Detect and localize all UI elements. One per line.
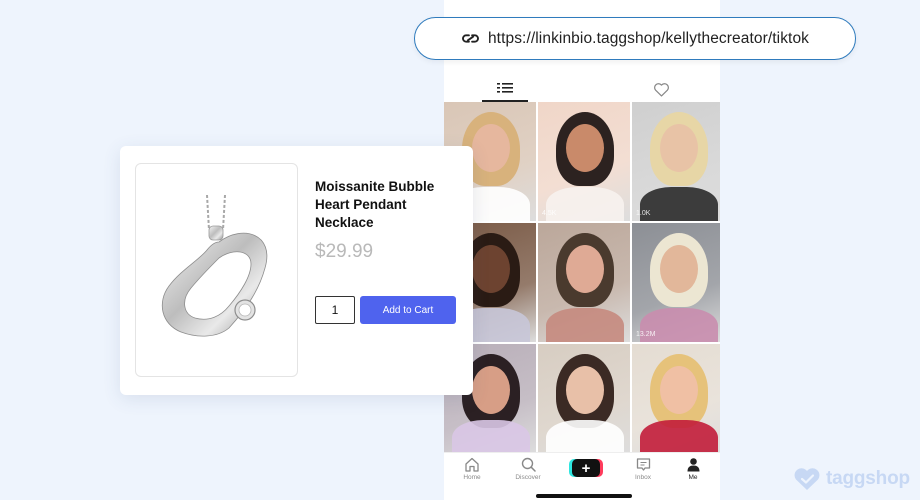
- view-count: 1.0K: [636, 210, 651, 217]
- nav-me-label: Me: [688, 474, 698, 481]
- thumbnail-shoulders: [640, 420, 718, 454]
- thumbnail-face: [660, 245, 698, 293]
- thumbnail-face: [472, 245, 510, 293]
- nav-home-label: Home: [463, 474, 481, 481]
- nav-me[interactable]: Me: [671, 457, 715, 487]
- video-thumbnail[interactable]: 4.5K: [538, 102, 630, 221]
- heart-pendant-necklace-image: [161, 194, 267, 337]
- thumbnail-shoulders: [546, 308, 624, 342]
- video-thumbnail[interactable]: [538, 223, 630, 342]
- bottom-navigation: Home Discover + Inbox Me: [444, 452, 720, 500]
- inbox-icon: [636, 458, 650, 471]
- nav-inbox-label: Inbox: [635, 474, 651, 481]
- nav-inbox[interactable]: Inbox: [621, 457, 665, 487]
- thumbnail-shoulders: [452, 420, 530, 454]
- create-plus-icon: +: [572, 459, 600, 477]
- thumbnail-face: [566, 245, 604, 293]
- product-title: Moissanite Bubble Heart Pendant Necklace: [315, 179, 435, 230]
- nav-create[interactable]: +: [564, 459, 608, 489]
- link-in-bio-url-bar[interactable]: https://linkinbio.taggshop/kellythecreat…: [414, 17, 856, 60]
- thumbnail-shoulders: [546, 187, 624, 221]
- product-card: Moissanite Bubble Heart Pendant Necklace…: [120, 146, 473, 395]
- profile-tab-bar: [444, 76, 720, 102]
- video-thumbnail[interactable]: 13.2M: [632, 223, 720, 342]
- nav-discover-label: Discover: [515, 474, 541, 481]
- video-thumbnail[interactable]: [538, 344, 630, 454]
- thumbnail-face: [472, 124, 510, 172]
- heart-icon: [653, 82, 669, 97]
- heart-tag-logo-icon: [794, 468, 820, 490]
- home-indicator: [536, 494, 632, 498]
- grid-icon: [497, 83, 513, 93]
- view-count: 13.2M: [636, 331, 656, 338]
- video-thumbnail[interactable]: [632, 344, 720, 454]
- video-thumbnail[interactable]: 1.0K: [632, 102, 720, 221]
- thumbnail-face: [660, 124, 698, 172]
- thumbnail-face: [566, 124, 604, 172]
- view-count: 4.5K: [542, 210, 557, 217]
- thumbnail-shoulders: [640, 187, 718, 221]
- profile-icon: [687, 458, 699, 472]
- nav-discover[interactable]: Discover: [506, 457, 550, 487]
- search-icon: [521, 457, 536, 472]
- thumbnail-face: [660, 366, 698, 414]
- likes-tab[interactable]: [648, 78, 674, 100]
- taggshop-logo: taggshop: [793, 466, 910, 492]
- video-grid: 4.5K 1.0K 13.2M: [444, 102, 720, 454]
- grid-tab[interactable]: [482, 76, 528, 102]
- phone-screen: 4.5K 1.0K 13.2M Home Discover + Inbox Me: [444, 0, 720, 500]
- thumbnail-shoulders: [546, 420, 624, 454]
- thumbnail-face: [566, 366, 604, 414]
- link-icon: [462, 34, 479, 43]
- thumbnail-face: [472, 366, 510, 414]
- quantity-input[interactable]: [315, 296, 355, 324]
- url-text: https://linkinbio.taggshop/kellythecreat…: [487, 29, 810, 47]
- nav-home[interactable]: Home: [450, 457, 494, 487]
- product-price: $29.99: [315, 241, 374, 262]
- logo-wordmark: taggshop: [826, 468, 910, 489]
- product-image[interactable]: [135, 163, 298, 377]
- home-icon: [465, 457, 479, 472]
- add-to-cart-button[interactable]: Add to Cart: [360, 296, 456, 324]
